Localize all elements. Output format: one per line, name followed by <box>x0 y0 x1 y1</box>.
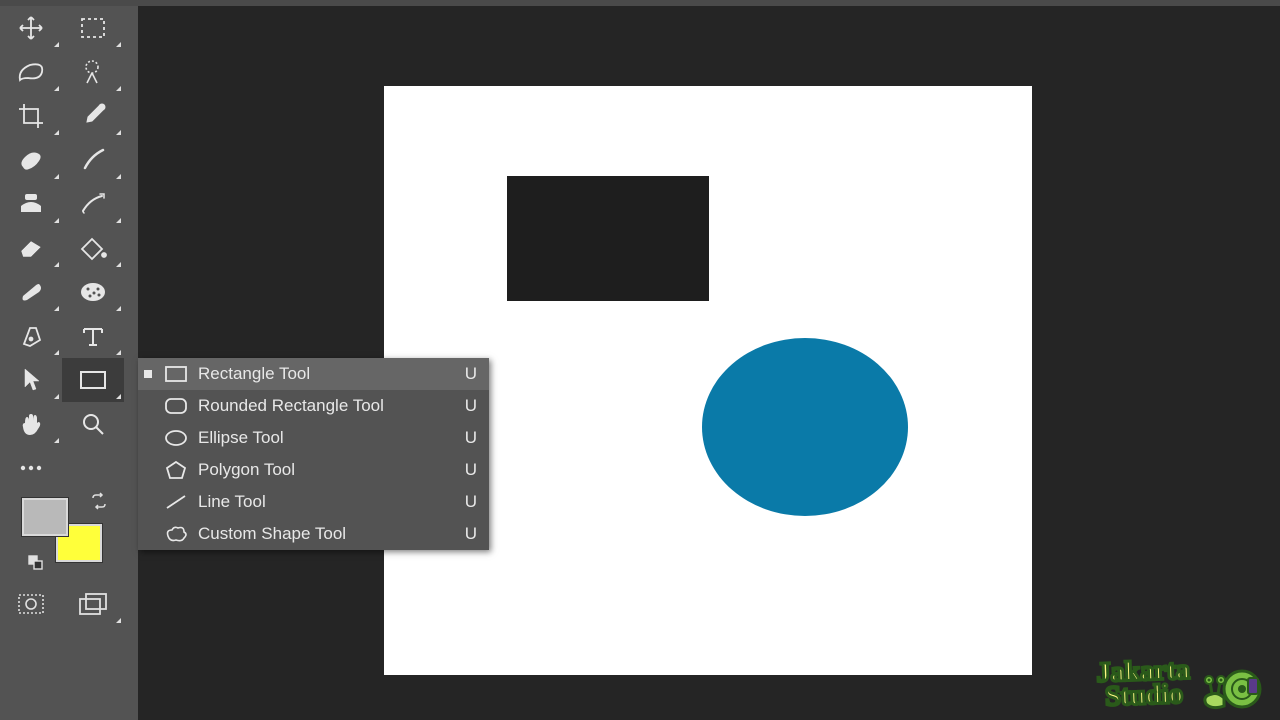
color-swatches <box>10 486 110 576</box>
empty-cell <box>62 446 124 490</box>
sponge-tool[interactable] <box>62 270 124 314</box>
clone-stamp-tool[interactable] <box>0 182 62 226</box>
lasso-tool[interactable] <box>0 50 62 94</box>
zoom-tool[interactable] <box>62 402 124 446</box>
flyout-indicator <box>116 218 121 223</box>
selected-indicator <box>144 434 152 442</box>
rectangle-icon <box>162 362 190 386</box>
flyout-rectangle-tool[interactable]: Rectangle Tool U <box>138 358 489 390</box>
type-tool[interactable] <box>62 314 124 358</box>
ellipse-icon <box>162 426 190 450</box>
custom-shape-icon <box>162 522 190 546</box>
selected-indicator <box>144 530 152 538</box>
rectangle-tool[interactable] <box>62 358 124 402</box>
flyout-indicator <box>116 262 121 267</box>
flyout-indicator <box>116 174 121 179</box>
flyout-indicator <box>116 350 121 355</box>
default-colors-icon[interactable] <box>28 555 44 576</box>
flyout-indicator <box>54 438 59 443</box>
watermark: Jakarta Studio <box>1097 654 1268 714</box>
selected-indicator <box>144 498 152 506</box>
history-brush-tool[interactable] <box>62 182 124 226</box>
paint-bucket-tool[interactable] <box>62 226 124 270</box>
pen-tool[interactable] <box>0 314 62 358</box>
selected-indicator <box>144 466 152 474</box>
more-tools[interactable] <box>0 446 62 490</box>
flyout-label: Custom Shape Tool <box>198 524 453 544</box>
flyout-indicator <box>54 218 59 223</box>
flyout-shortcut: U <box>453 364 477 384</box>
brush-tool[interactable] <box>62 138 124 182</box>
dodge-tool[interactable] <box>0 270 62 314</box>
flyout-rounded-rectangle-tool[interactable]: Rounded Rectangle Tool U <box>138 390 489 422</box>
flyout-shortcut: U <box>453 460 477 480</box>
flyout-indicator <box>54 350 59 355</box>
watermark-line2: Studio <box>1097 682 1191 709</box>
flyout-indicator <box>116 618 121 623</box>
flyout-indicator <box>54 86 59 91</box>
hand-tool[interactable] <box>0 402 62 446</box>
move-tool[interactable] <box>0 6 62 50</box>
top-strip <box>0 0 1280 6</box>
flyout-ellipse-tool[interactable]: Ellipse Tool U <box>138 422 489 454</box>
polygon-icon <box>162 458 190 482</box>
flyout-indicator <box>116 306 121 311</box>
flyout-indicator <box>116 42 121 47</box>
line-icon <box>162 490 190 514</box>
healing-brush-tool[interactable] <box>0 138 62 182</box>
flyout-label: Line Tool <box>198 492 453 512</box>
flyout-line-tool[interactable]: Line Tool U <box>138 486 489 518</box>
flyout-label: Rectangle Tool <box>198 364 453 384</box>
flyout-label: Rounded Rectangle Tool <box>198 396 453 416</box>
flyout-indicator <box>54 42 59 47</box>
foreground-color-swatch[interactable] <box>22 498 68 536</box>
tool-panel <box>0 6 138 720</box>
flyout-custom-shape-tool[interactable]: Custom Shape Tool U <box>138 518 489 550</box>
flyout-label: Ellipse Tool <box>198 428 453 448</box>
snail-mascot-icon <box>1198 654 1268 714</box>
flyout-shortcut: U <box>453 396 477 416</box>
marquee-tool[interactable] <box>62 6 124 50</box>
flyout-indicator <box>54 306 59 311</box>
watermark-text: Jakarta Studio <box>1096 659 1191 710</box>
ellipse-shape[interactable] <box>702 338 908 516</box>
eyedropper-tool[interactable] <box>62 94 124 138</box>
flyout-indicator <box>54 130 59 135</box>
path-selection-tool[interactable] <box>0 358 62 402</box>
selected-indicator <box>144 402 152 410</box>
quick-mask-toggle[interactable] <box>0 582 62 626</box>
rectangle-shape[interactable] <box>507 176 709 301</box>
flyout-indicator <box>54 262 59 267</box>
shape-tool-flyout: Rectangle Tool U Rounded Rectangle Tool … <box>138 358 489 550</box>
flyout-indicator <box>116 394 121 399</box>
flyout-shortcut: U <box>453 492 477 512</box>
flyout-indicator <box>116 130 121 135</box>
flyout-label: Polygon Tool <box>198 460 453 480</box>
flyout-shortcut: U <box>453 524 477 544</box>
rounded-rectangle-icon <box>162 394 190 418</box>
flyout-indicator <box>116 86 121 91</box>
eraser-tool[interactable] <box>0 226 62 270</box>
quick-select-tool[interactable] <box>62 50 124 94</box>
flyout-indicator <box>54 394 59 399</box>
flyout-indicator <box>54 174 59 179</box>
flyout-shortcut: U <box>453 428 477 448</box>
crop-tool[interactable] <box>0 94 62 138</box>
swap-colors-icon[interactable] <box>90 492 108 515</box>
selected-indicator <box>144 370 152 378</box>
flyout-polygon-tool[interactable]: Polygon Tool U <box>138 454 489 486</box>
screen-mode-toggle[interactable] <box>62 582 124 626</box>
